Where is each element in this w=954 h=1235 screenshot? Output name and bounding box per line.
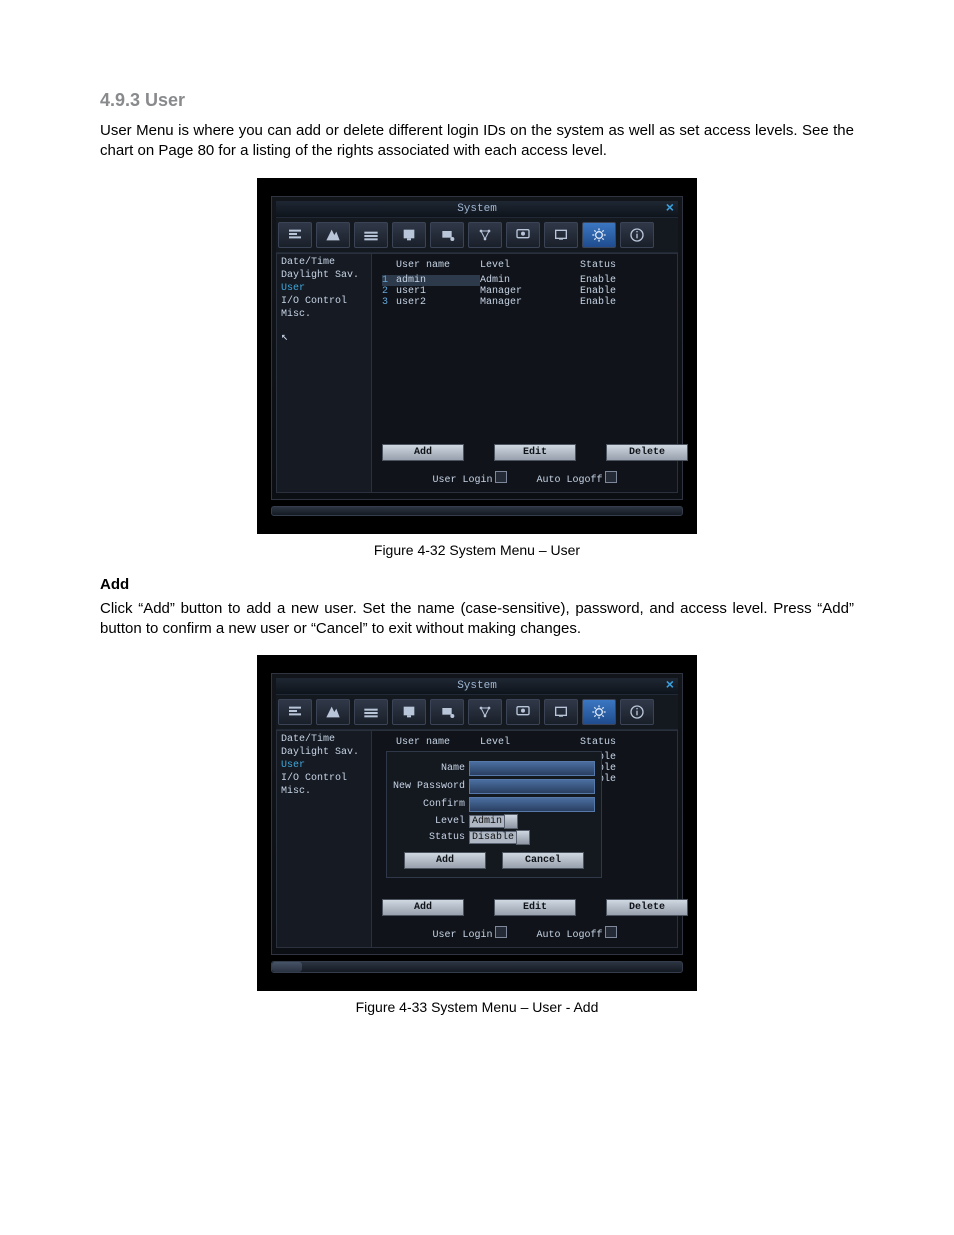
delete-button[interactable]: Delete <box>606 444 688 461</box>
col-level: Level <box>480 260 580 271</box>
toolbar-icon-4[interactable] <box>392 222 426 248</box>
figure-4-33: System × Date/Time Daylight Sav. <box>100 655 854 991</box>
toolbar-icon-1[interactable] <box>278 699 312 725</box>
toolbar-icon-6[interactable] <box>468 699 502 725</box>
status-select[interactable]: Disable <box>469 831 517 844</box>
close-icon[interactable]: × <box>666 201 674 217</box>
add-subheading: Add <box>100 576 854 593</box>
dialog-cancel-button[interactable]: Cancel <box>502 852 584 869</box>
toolbar-icon-3[interactable] <box>354 222 388 248</box>
auto-logoff-checkbox[interactable] <box>605 471 617 483</box>
toolbar-icon-2[interactable] <box>316 699 350 725</box>
toolbar-icon-6[interactable] <box>468 222 502 248</box>
newpw-label: New Password <box>393 781 469 792</box>
toolbar-icon-3[interactable] <box>354 699 388 725</box>
figure-33-caption: Figure 4-33 System Menu – User - Add <box>100 999 854 1015</box>
status-label: Status <box>393 832 469 843</box>
sidebar-item-datetime[interactable]: Date/Time <box>281 256 367 269</box>
window-title: System × <box>276 201 678 217</box>
system-sidebar: Date/Time Daylight Sav. User I/O Control… <box>276 253 372 493</box>
toolbar-icon-2[interactable] <box>316 222 350 248</box>
toolbar-icon-system[interactable] <box>582 699 616 725</box>
user-login-label: User Login <box>432 475 492 486</box>
dialog-add-button[interactable]: Add <box>404 852 486 869</box>
auto-logoff-label: Auto Logoff <box>537 475 603 486</box>
cursor-icon: ↖ <box>281 329 288 344</box>
sidebar-item-user[interactable]: User <box>281 759 367 772</box>
sidebar-item-user[interactable]: User <box>281 282 367 295</box>
scrollbar-thumb[interactable] <box>272 962 302 972</box>
section-heading: 4.9.3 User <box>100 90 854 111</box>
name-label: Name <box>393 763 469 774</box>
col-status: Status <box>580 737 650 748</box>
level-select[interactable]: Admin <box>469 815 505 828</box>
table-row[interactable]: 1 admin Admin Enable <box>382 275 671 286</box>
table-row[interactable]: 3 user2 Manager Enable <box>382 297 671 308</box>
toolbar-icon-info[interactable] <box>620 699 654 725</box>
delete-button[interactable]: Delete <box>606 899 688 916</box>
sidebar-item-datetime[interactable]: Date/Time <box>281 733 367 746</box>
user-login-checkbox[interactable] <box>495 926 507 938</box>
toolbar-icon-7[interactable] <box>506 222 540 248</box>
system-toolbar <box>276 694 678 730</box>
window-title: System × <box>276 678 678 694</box>
toolbar-icon-8[interactable] <box>544 222 578 248</box>
add-button[interactable]: Add <box>382 444 464 461</box>
user-list-pane: User name Level Status Enable Enable <box>372 730 678 948</box>
toolbar-icon-info[interactable] <box>620 222 654 248</box>
close-icon[interactable]: × <box>666 678 674 694</box>
auto-logoff-label: Auto Logoff <box>537 930 603 941</box>
level-label: Level <box>393 816 469 827</box>
toolbar-icon-8[interactable] <box>544 699 578 725</box>
new-password-input[interactable] <box>469 779 595 794</box>
sidebar-item-misc[interactable]: Misc. <box>281 785 367 798</box>
edit-button[interactable]: Edit <box>494 899 576 916</box>
sidebar-item-daylight[interactable]: Daylight Sav. <box>281 269 367 282</box>
sidebar-item-misc[interactable]: Misc. <box>281 308 367 321</box>
figure-4-32: System × Date/Time Daylight Sav. <box>100 178 854 534</box>
toolbar-icon-7[interactable] <box>506 699 540 725</box>
toolbar-icon-1[interactable] <box>278 222 312 248</box>
confirm-label: Confirm <box>393 799 469 810</box>
intro-paragraph: User Menu is where you can add or delete… <box>100 121 854 162</box>
sidebar-item-iocontrol[interactable]: I/O Control <box>281 295 367 308</box>
toolbar-icon-4[interactable] <box>392 699 426 725</box>
user-login-checkbox[interactable] <box>495 471 507 483</box>
add-paragraph: Click “Add” button to add a new user. Se… <box>100 599 854 640</box>
user-list-pane: User name Level Status 1 admin Admin Ena… <box>372 253 678 493</box>
name-input[interactable] <box>469 761 595 776</box>
scrollbar[interactable] <box>271 961 683 973</box>
confirm-input[interactable] <box>469 797 595 812</box>
auto-logoff-checkbox[interactable] <box>605 926 617 938</box>
toolbar-icon-5[interactable] <box>430 222 464 248</box>
col-username: User name <box>396 737 480 748</box>
col-status: Status <box>580 260 650 271</box>
edit-button[interactable]: Edit <box>494 444 576 461</box>
system-sidebar: Date/Time Daylight Sav. User I/O Control… <box>276 730 372 948</box>
col-level: Level <box>480 737 580 748</box>
col-username: User name <box>396 260 480 271</box>
system-toolbar <box>276 217 678 253</box>
chevron-down-icon[interactable] <box>504 814 518 829</box>
sidebar-item-iocontrol[interactable]: I/O Control <box>281 772 367 785</box>
toolbar-icon-5[interactable] <box>430 699 464 725</box>
user-login-label: User Login <box>432 930 492 941</box>
scrollbar[interactable] <box>271 506 683 516</box>
sidebar-item-daylight[interactable]: Daylight Sav. <box>281 746 367 759</box>
figure-32-caption: Figure 4-32 System Menu – User <box>100 542 854 558</box>
chevron-down-icon[interactable] <box>516 830 530 845</box>
table-row[interactable]: 2 user1 Manager Enable <box>382 286 671 297</box>
toolbar-icon-system[interactable] <box>582 222 616 248</box>
add-user-dialog: Name New Password Confirm Level <box>386 751 602 878</box>
add-button[interactable]: Add <box>382 899 464 916</box>
